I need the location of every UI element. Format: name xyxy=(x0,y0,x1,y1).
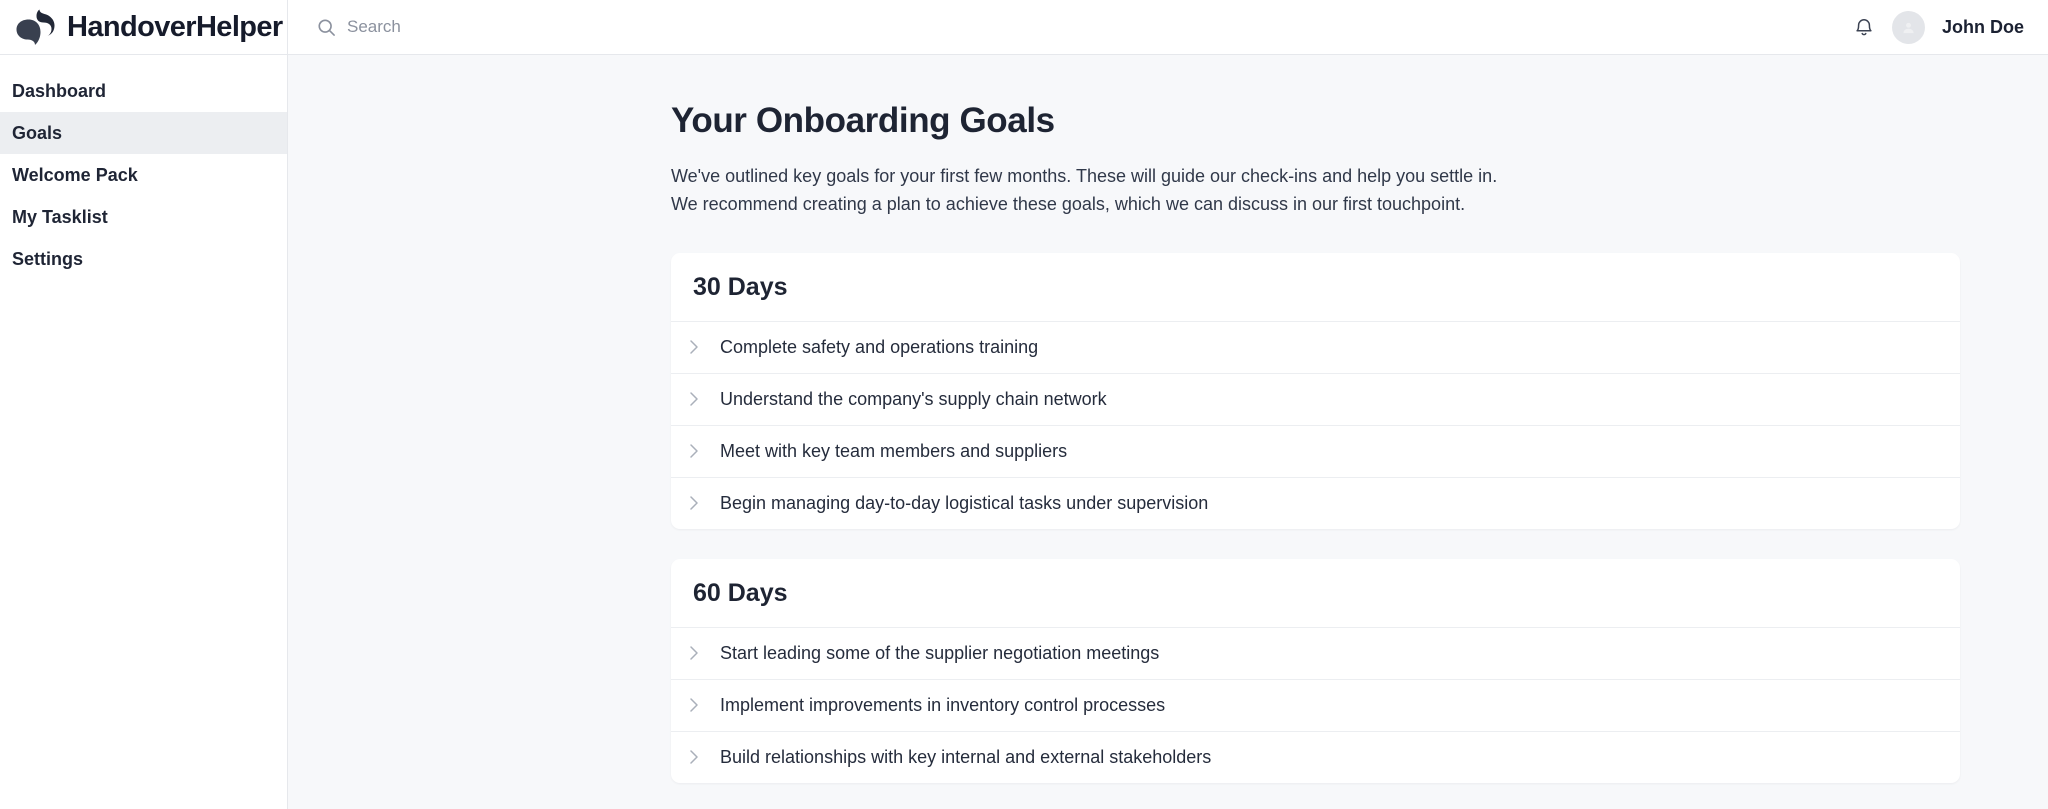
chevron-right-icon xyxy=(690,646,698,661)
sidebar-item-label: Settings xyxy=(12,248,84,269)
intro-line-1: We've outlined key goals for your first … xyxy=(671,166,1498,186)
bell-icon[interactable] xyxy=(1853,16,1875,38)
goal-text: Begin managing day-to-day logistical tas… xyxy=(720,492,1209,513)
sidebar-item-welcome-pack[interactable]: Welcome Pack xyxy=(0,154,287,196)
chevron-right-icon xyxy=(690,496,698,511)
search-area[interactable] xyxy=(288,0,1853,54)
sidebar-item-label: Welcome Pack xyxy=(12,164,138,185)
chevron-right-icon xyxy=(690,392,698,407)
goal-section-30-days: 30 Days Complete safety and operations t… xyxy=(671,252,1960,529)
goal-row[interactable]: Complete safety and operations training xyxy=(671,322,1960,374)
sidebar-item-label: My Tasklist xyxy=(12,206,108,227)
chevron-right-icon xyxy=(690,340,698,355)
goal-row[interactable]: Implement improvements in inventory cont… xyxy=(671,680,1960,732)
goal-section-60-days: 60 Days Start leading some of the suppli… xyxy=(671,558,1960,783)
header-right-actions: John Doe xyxy=(1853,0,2048,54)
sidebar-item-settings[interactable]: Settings xyxy=(0,238,287,280)
section-title: 30 Days xyxy=(671,253,1960,322)
section-title: 60 Days xyxy=(671,559,1960,628)
goal-text: Meet with key team members and suppliers xyxy=(720,440,1068,461)
user-name: John Doe xyxy=(1941,16,2024,37)
sidebar-item-my-tasklist[interactable]: My Tasklist xyxy=(0,196,287,238)
page-title: Your Onboarding Goals xyxy=(671,101,1055,140)
chevron-right-icon xyxy=(690,698,698,713)
brand-logo-area[interactable]: HandoverHelper xyxy=(0,0,288,54)
avatar[interactable] xyxy=(1891,10,1925,44)
brand-name: HandoverHelper xyxy=(67,10,283,43)
user-avatar-icon xyxy=(1903,22,1914,33)
goal-text: Build relationships with key internal an… xyxy=(720,746,1212,767)
main-content: Your Onboarding Goals We've outlined key… xyxy=(288,55,2048,809)
sidebar-item-dashboard[interactable]: Dashboard xyxy=(0,70,287,112)
search-icon xyxy=(318,18,335,36)
sidebar-item-goals[interactable]: Goals xyxy=(0,112,287,154)
goal-row[interactable]: Understand the company's supply chain ne… xyxy=(671,374,1960,426)
goal-row[interactable]: Meet with key team members and suppliers xyxy=(671,426,1960,478)
search-input[interactable] xyxy=(347,0,687,54)
goal-text: Understand the company's supply chain ne… xyxy=(720,388,1107,409)
goal-row[interactable]: Start leading some of the supplier negot… xyxy=(671,628,1960,680)
goal-text: Start leading some of the supplier negot… xyxy=(720,642,1160,663)
intro-line-2: We recommend creating a plan to achieve … xyxy=(671,193,1466,214)
sidebar-item-label: Dashboard xyxy=(12,80,107,101)
goal-row[interactable]: Build relationships with key internal an… xyxy=(671,732,1960,783)
app-root: HandoverHelper John Doe xyxy=(0,0,2048,809)
chevron-right-icon xyxy=(690,444,698,459)
goal-text: Implement improvements in inventory cont… xyxy=(720,694,1166,715)
handover-logo-icon xyxy=(16,9,55,45)
sidebar-item-label: Goals xyxy=(12,122,63,143)
top-header: HandoverHelper John Doe xyxy=(0,0,2048,55)
goal-text: Complete safety and operations training xyxy=(720,336,1039,357)
body-row: Dashboard Goals Welcome Pack My Tasklist… xyxy=(0,55,2048,809)
chevron-right-icon xyxy=(690,750,698,765)
goal-row[interactable]: Begin managing day-to-day logistical tas… xyxy=(671,478,1960,529)
content-container: Your Onboarding Goals We've outlined key… xyxy=(288,101,2048,809)
sidebar-nav: Dashboard Goals Welcome Pack My Tasklist… xyxy=(0,55,288,809)
